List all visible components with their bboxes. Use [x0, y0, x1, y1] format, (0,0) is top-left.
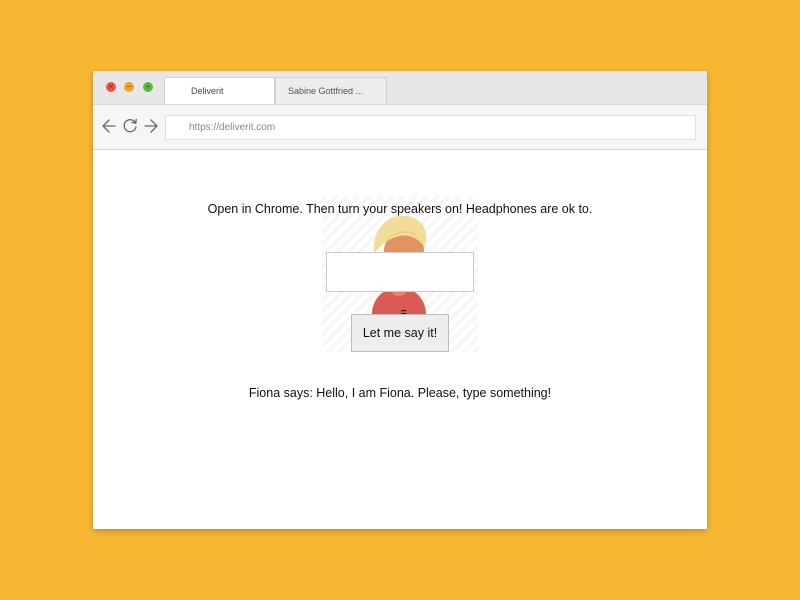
page-content: Let me say it! Open in Chrome. Then turn…	[93, 150, 707, 529]
fiona-speech-text: Fiona says: Hello, I am Fiona. Please, t…	[248, 386, 552, 400]
let-me-say-it-button[interactable]: Let me say it!	[351, 314, 449, 352]
tab-label: Sabine Gottfried ...	[288, 86, 364, 96]
tab-deliverit[interactable]: Deliverit	[164, 77, 275, 104]
maximize-window-icon[interactable]: +	[143, 82, 153, 92]
tab-sabine-gottfried[interactable]: Sabine Gottfried ...	[275, 77, 387, 104]
url-field[interactable]: https://deliverit.com	[165, 115, 696, 140]
fiona-avatar	[373, 215, 427, 258]
back-arrow-icon[interactable]	[101, 118, 117, 134]
reload-icon[interactable]	[122, 118, 138, 134]
speech-text-input[interactable]	[326, 252, 474, 292]
browser-window: × − + Deliverit Sabine Gottfried ... htt…	[93, 71, 707, 529]
instruction-text: Open in Chrome. Then turn your speakers …	[207, 202, 593, 216]
address-toolbar: https://deliverit.com	[93, 104, 707, 150]
tab-label: Deliverit	[191, 86, 224, 96]
forward-arrow-icon[interactable]	[143, 118, 159, 134]
minimize-window-icon[interactable]: −	[124, 82, 134, 92]
close-window-icon[interactable]: ×	[106, 82, 116, 92]
tab-bar: × − + Deliverit Sabine Gottfried ...	[93, 71, 707, 104]
avatar-stage: Let me say it!	[322, 196, 478, 352]
